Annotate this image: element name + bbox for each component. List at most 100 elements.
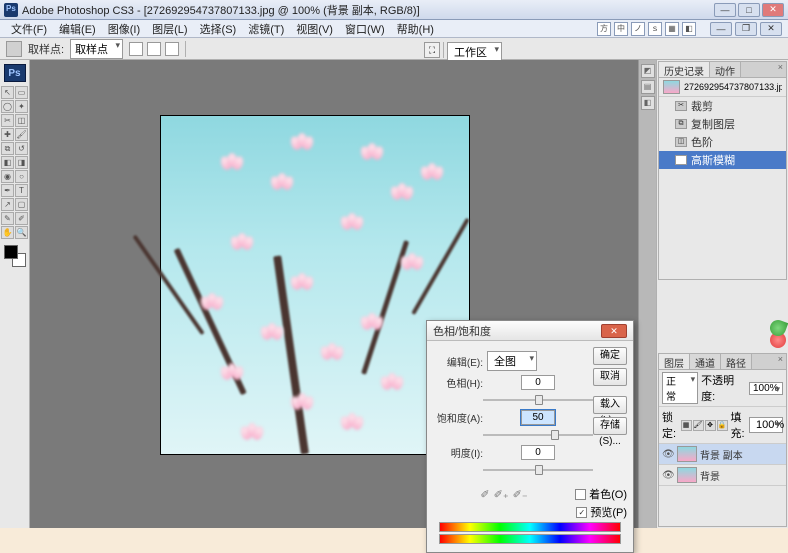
menu-view[interactable]: 视图(V): [291, 20, 338, 38]
hue-slider[interactable]: [483, 394, 593, 406]
doc-minimize-button[interactable]: —: [710, 22, 732, 36]
path-tool[interactable]: ↗: [1, 198, 14, 211]
menu-select[interactable]: 选择(S): [195, 20, 242, 38]
shape-tool[interactable]: ▢: [15, 198, 28, 211]
menu-layer[interactable]: 图层(L): [147, 20, 192, 38]
minimize-button[interactable]: —: [714, 3, 736, 17]
blur-tool[interactable]: ◉: [1, 170, 14, 183]
lock-pixels-icon[interactable]: 🖌: [693, 420, 704, 431]
menu-window[interactable]: 窗口(W): [340, 20, 390, 38]
hand-tool[interactable]: ✋: [1, 226, 14, 239]
marquee-tool[interactable]: ▭: [15, 86, 28, 99]
lasso-tool[interactable]: ◯: [1, 100, 14, 113]
tab-channels[interactable]: 通道: [690, 354, 721, 369]
pen-tool[interactable]: ✒: [1, 184, 14, 197]
bridge-icon[interactable]: ⛶: [424, 42, 440, 58]
history-item[interactable]: ✂裁剪: [659, 97, 786, 115]
save-button[interactable]: 存储(S)...: [593, 417, 627, 435]
visibility-icon[interactable]: 👁: [662, 470, 674, 480]
ime-icon[interactable]: 方: [597, 22, 611, 36]
hue-input[interactable]: 0: [521, 375, 555, 390]
brush-tool[interactable]: 🖌: [15, 128, 28, 141]
maximize-button[interactable]: □: [738, 3, 760, 17]
panel-menu-icon[interactable]: ×: [775, 62, 786, 77]
lock-position-icon[interactable]: ✥: [705, 420, 716, 431]
gradient-tool[interactable]: ◨: [15, 156, 28, 169]
tab-paths[interactable]: 路径: [721, 354, 752, 369]
notes-tool[interactable]: ✎: [1, 212, 14, 225]
sample-select[interactable]: 取样点: [70, 39, 123, 59]
close-button[interactable]: ✕: [762, 3, 784, 17]
option-check[interactable]: [129, 42, 143, 56]
saturation-input[interactable]: 50: [521, 410, 555, 425]
edit-select[interactable]: 全图: [487, 351, 537, 371]
menu-image[interactable]: 图像(I): [103, 20, 145, 38]
ime-icon[interactable]: ◧: [682, 22, 696, 36]
stamp-tool[interactable]: ⧉: [1, 142, 14, 155]
ime-icon[interactable]: 中: [614, 22, 628, 36]
dialog-close-button[interactable]: ✕: [601, 324, 627, 338]
ad-widget: [770, 320, 788, 360]
lock-transparency-icon[interactable]: ▦: [681, 420, 692, 431]
doc-close-button[interactable]: ✕: [760, 22, 782, 36]
eyedropper-add-icon[interactable]: ✐₊: [494, 488, 509, 516]
option-check[interactable]: [147, 42, 161, 56]
history-item[interactable]: ◫色阶: [659, 133, 786, 151]
visibility-icon[interactable]: 👁: [662, 449, 674, 459]
type-tool[interactable]: T: [15, 184, 28, 197]
ime-icon[interactable]: ｓ: [648, 22, 662, 36]
wand-tool[interactable]: ✦: [15, 100, 28, 113]
eyedropper-sub-icon[interactable]: ✐₋: [513, 488, 528, 516]
preview-checkbox[interactable]: ✓预览(P): [576, 504, 627, 520]
blend-mode-select[interactable]: 正常: [662, 372, 698, 404]
document-canvas[interactable]: [160, 115, 470, 455]
ime-icon[interactable]: ▦: [665, 22, 679, 36]
eyedropper-tool[interactable]: ✐: [15, 212, 28, 225]
lightness-slider[interactable]: [483, 464, 593, 476]
title-bar: Adobe Photoshop CS3 - [27269295473780713…: [0, 0, 788, 20]
ime-icon[interactable]: ノ: [631, 22, 645, 36]
opacity-input[interactable]: 100%: [749, 382, 783, 395]
menu-filter[interactable]: 滤镜(T): [243, 20, 289, 38]
layer-row[interactable]: 👁 背景: [659, 465, 786, 486]
foreground-color[interactable]: [4, 245, 18, 259]
slice-tool[interactable]: ◫: [15, 114, 28, 127]
menu-help[interactable]: 帮助(H): [392, 20, 439, 38]
history-brush-tool[interactable]: ↺: [15, 142, 28, 155]
saturation-slider[interactable]: [483, 429, 593, 441]
lightness-input[interactable]: 0: [521, 445, 555, 460]
crop-tool[interactable]: ✂: [1, 114, 14, 127]
move-tool[interactable]: ↖: [1, 86, 14, 99]
ok-button[interactable]: 确定: [593, 347, 627, 365]
layer-row[interactable]: 👁 背景 副本: [659, 444, 786, 465]
current-tool-icon[interactable]: [6, 41, 22, 57]
zoom-tool[interactable]: 🔍: [15, 226, 28, 239]
history-snapshot[interactable]: 272692954737807133.jpg: [659, 78, 786, 97]
tab-actions[interactable]: 动作: [710, 62, 741, 77]
workspace-dropdown[interactable]: 工作区: [447, 42, 502, 62]
menu-file[interactable]: 文件(F): [6, 20, 52, 38]
option-check[interactable]: [165, 42, 179, 56]
load-button[interactable]: 载入(L)...: [593, 396, 627, 414]
tab-layers[interactable]: 图层: [659, 354, 690, 369]
hue-label: 色相(H):: [433, 375, 483, 390]
fill-input[interactable]: 100%: [749, 417, 783, 433]
eraser-tool[interactable]: ◧: [1, 156, 14, 169]
dialog-titlebar[interactable]: 色相/饱和度 ✕: [427, 321, 633, 341]
hue-saturation-dialog[interactable]: 色相/饱和度 ✕ 编辑(E): 全图 色相(H): 0 饱和度(A): 50 明…: [426, 320, 634, 553]
menu-edit[interactable]: 编辑(E): [54, 20, 101, 38]
heal-tool[interactable]: ✚: [1, 128, 14, 141]
history-item[interactable]: ⧉复制图层: [659, 115, 786, 133]
color-swatches[interactable]: [4, 245, 26, 267]
dodge-tool[interactable]: ○: [15, 170, 28, 183]
history-item[interactable]: ◉高斯模糊: [659, 151, 786, 169]
eyedropper-icon[interactable]: ✐: [480, 488, 489, 516]
panel-icon[interactable]: ◩: [641, 64, 655, 78]
doc-restore-button[interactable]: ❐: [735, 22, 757, 36]
tab-history[interactable]: 历史记录: [659, 62, 710, 77]
colorize-checkbox[interactable]: 着色(O): [575, 486, 627, 502]
panel-icon[interactable]: ◧: [641, 96, 655, 110]
cancel-button[interactable]: 取消: [593, 368, 627, 386]
panel-icon[interactable]: ▤: [641, 80, 655, 94]
lock-all-icon[interactable]: 🔒: [717, 420, 728, 431]
